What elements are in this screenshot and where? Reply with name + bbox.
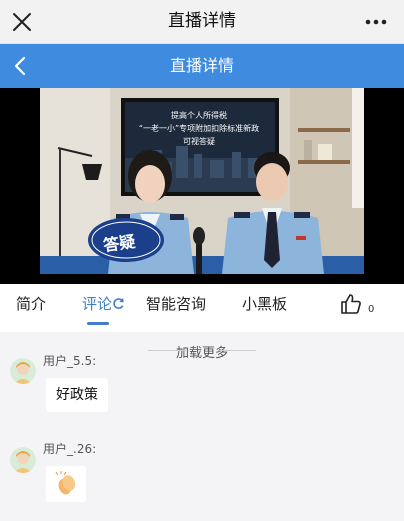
screen-line-1: 提高个人所得税 <box>171 111 227 120</box>
live-video-player[interactable]: 提高个人所得税 “一老一小”专项附加扣除标准新政 可视答疑 答疑 <box>0 88 404 284</box>
tab-bar: 简介 评论 智能咨询 小黑板 0 <box>0 284 404 332</box>
comment-text: 好政策 <box>46 378 108 412</box>
user-avatar-icon <box>10 447 36 473</box>
comment-emoji-bubble <box>46 466 86 502</box>
app-header: 直播详情 <box>0 0 404 44</box>
page-title: 直播详情 <box>168 11 236 31</box>
comment-username: 用户_.26: <box>43 442 97 456</box>
comments-list: 加载更多 用户_5.5: 好政策 用户_.26: <box>0 332 404 521</box>
comment-username: 用户_5.5: <box>43 354 97 368</box>
tab-comments-label: 评论 <box>82 295 113 313</box>
load-more-label: 加载更多 <box>175 346 228 361</box>
sign-text: 答疑 <box>102 231 137 256</box>
divider <box>218 350 256 351</box>
divider <box>148 350 186 351</box>
tab-intro[interactable]: 简介 <box>16 284 46 326</box>
thumbs-up-icon[interactable] <box>340 293 362 315</box>
screen-line-2: “一老一小”专项附加扣除标准新政 <box>138 124 260 133</box>
more-horizontal-icon[interactable] <box>362 8 390 36</box>
refresh-icon[interactable] <box>112 297 125 310</box>
like-count: 0 <box>368 304 375 315</box>
header-title: 直播详情 <box>169 56 234 75</box>
tab-blackboard[interactable]: 小黑板 <box>242 284 287 326</box>
active-tab-indicator <box>87 322 109 325</box>
screen-line-3: 可视答疑 <box>183 137 215 146</box>
tab-comments[interactable]: 评论 <box>82 284 125 326</box>
blue-header: 直播详情 <box>0 44 404 88</box>
user-avatar-icon <box>10 358 36 384</box>
tab-smart-consult[interactable]: 智能咨询 <box>146 284 206 326</box>
clapping-hands-emoji <box>55 471 76 495</box>
